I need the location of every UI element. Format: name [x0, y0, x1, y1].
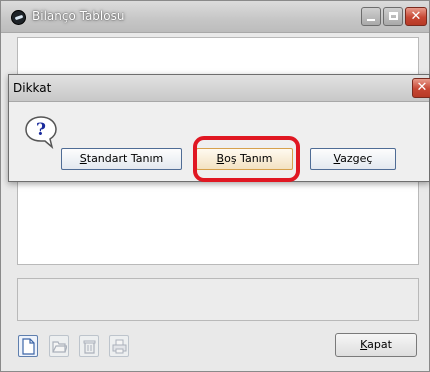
vazgec-label: azgeç	[340, 152, 373, 165]
close-icon: ✕	[416, 80, 428, 95]
window-close-button[interactable]: ✕	[405, 7, 427, 26]
standart-tanim-button[interactable]: Standart Tanım	[61, 148, 182, 170]
delete-button[interactable]	[79, 335, 99, 357]
window-title: Bilanço Tablosu	[32, 9, 125, 23]
standart-accel: S	[79, 152, 87, 165]
minimize-icon	[367, 19, 375, 21]
app-logo-icon	[11, 10, 26, 25]
print-icon	[112, 339, 127, 354]
trash-icon	[83, 340, 96, 354]
minimize-button[interactable]	[361, 7, 381, 26]
dialog-title: Dikkat	[13, 81, 52, 95]
standart-label: tandart Tanım	[86, 152, 164, 165]
open-button[interactable]	[49, 335, 69, 357]
close-icon: ✕	[410, 9, 422, 24]
status-panel	[17, 278, 419, 321]
dialog-title-bar[interactable]: Dikkat ✕	[9, 75, 430, 102]
svg-text:?: ?	[36, 120, 46, 140]
print-button[interactable]	[109, 335, 129, 357]
new-document-icon	[22, 338, 35, 355]
title-bar[interactable]: Bilanço Tablosu ✕	[1, 1, 429, 33]
kapat-label: apat	[367, 338, 392, 351]
kapat-button[interactable]: Kapat	[335, 333, 417, 357]
new-button[interactable]	[18, 335, 38, 357]
question-icon: ?	[25, 116, 57, 149]
vazgec-button[interactable]: Vazgeç	[310, 148, 396, 170]
dialog-close-button[interactable]: ✕	[412, 78, 430, 98]
maximize-icon	[389, 12, 398, 20]
maximize-button[interactable]	[383, 7, 403, 26]
open-folder-icon	[52, 341, 67, 353]
highlight-annotation	[193, 136, 300, 182]
main-window: Bilanço Tablosu ✕ Kapat	[0, 0, 430, 372]
